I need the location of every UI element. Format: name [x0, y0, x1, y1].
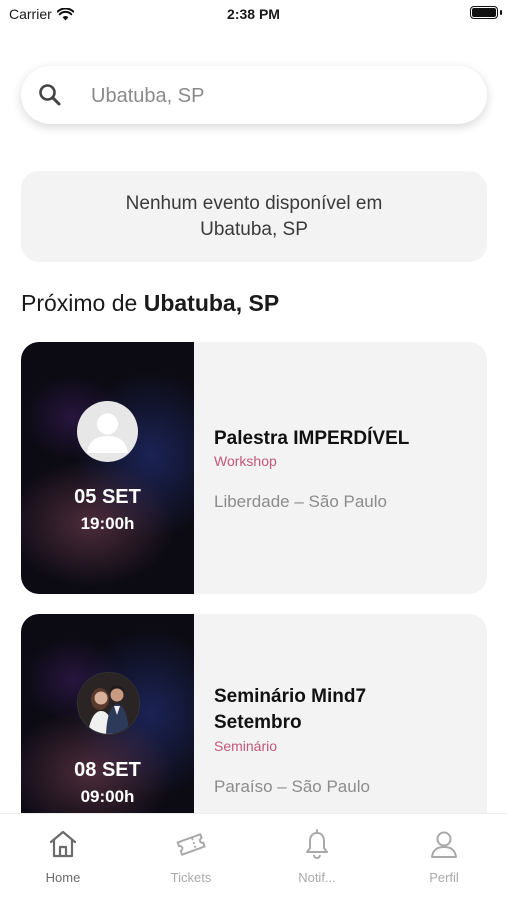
bell-icon: [306, 829, 328, 859]
tab-home[interactable]: Home: [13, 814, 113, 901]
event-time: 19:00h: [80, 514, 135, 533]
section-title-prefix: Próximo de: [21, 290, 144, 316]
default-user-avatar: [77, 401, 138, 462]
notice-line-1: Nenhum evento disponível em: [125, 192, 383, 214]
user-silhouette-icon: [87, 413, 128, 453]
tab-profile[interactable]: Perfil: [394, 814, 494, 901]
event-card[interactable]: 08 SET 09:00h Seminário Mind7 Setembro S…: [21, 614, 487, 834]
person-icon: [431, 831, 457, 858]
no-events-notice: Nenhum evento disponível em Ubatuba, SP: [21, 171, 487, 262]
tab-notifications[interactable]: Notif...: [267, 814, 367, 901]
search-bar[interactable]: [21, 66, 487, 124]
tab-bar: Home Tickets Notif... Perfil: [0, 813, 507, 901]
tab-tickets-label: Tickets: [170, 870, 212, 885]
search-icon: [39, 84, 61, 106]
event-title-line-2: Setembro: [214, 712, 302, 733]
clock: 2:38 PM: [227, 6, 280, 22]
tab-tickets[interactable]: Tickets: [141, 814, 241, 901]
tab-home-label: Home: [45, 870, 81, 885]
event-cover-image: 05 SET 19:00h: [21, 342, 194, 594]
event-location: Paraíso – São Paulo: [214, 777, 370, 796]
event-card[interactable]: 05 SET 19:00h Palestra IMPERDÍVEL Worksh…: [21, 342, 487, 594]
section-title-location: Ubatuba, SP: [143, 290, 280, 316]
event-title: Palestra IMPERDÍVEL: [214, 428, 410, 449]
event-cover-image: 08 SET 09:00h: [21, 614, 194, 834]
battery-icon: [470, 6, 498, 19]
event-location: Liberdade – São Paulo: [214, 492, 387, 511]
event-time: 09:00h: [80, 787, 135, 806]
event-date: 05 SET: [74, 486, 141, 508]
event-title: Seminário Mind7 Setembro: [214, 684, 474, 736]
tab-notifications-label: Notif...: [298, 870, 336, 885]
event-category: Workshop: [214, 453, 277, 469]
search-input[interactable]: [89, 78, 473, 114]
people-photo: [78, 673, 139, 734]
tab-profile-label: Perfil: [429, 870, 459, 885]
status-bar: Carrier 2:38 PM: [0, 0, 507, 30]
ticket-icon: [176, 833, 206, 856]
home-icon: [49, 830, 77, 858]
section-title: Próximo de Ubatuba, SP: [21, 290, 279, 317]
event-date: 08 SET: [74, 759, 141, 781]
event-category: Seminário: [214, 738, 278, 754]
notice-line-2: Ubatuba, SP: [200, 218, 308, 240]
event-title-line-1: Seminário Mind7: [214, 686, 367, 707]
couple-photo-avatar: [77, 672, 140, 735]
